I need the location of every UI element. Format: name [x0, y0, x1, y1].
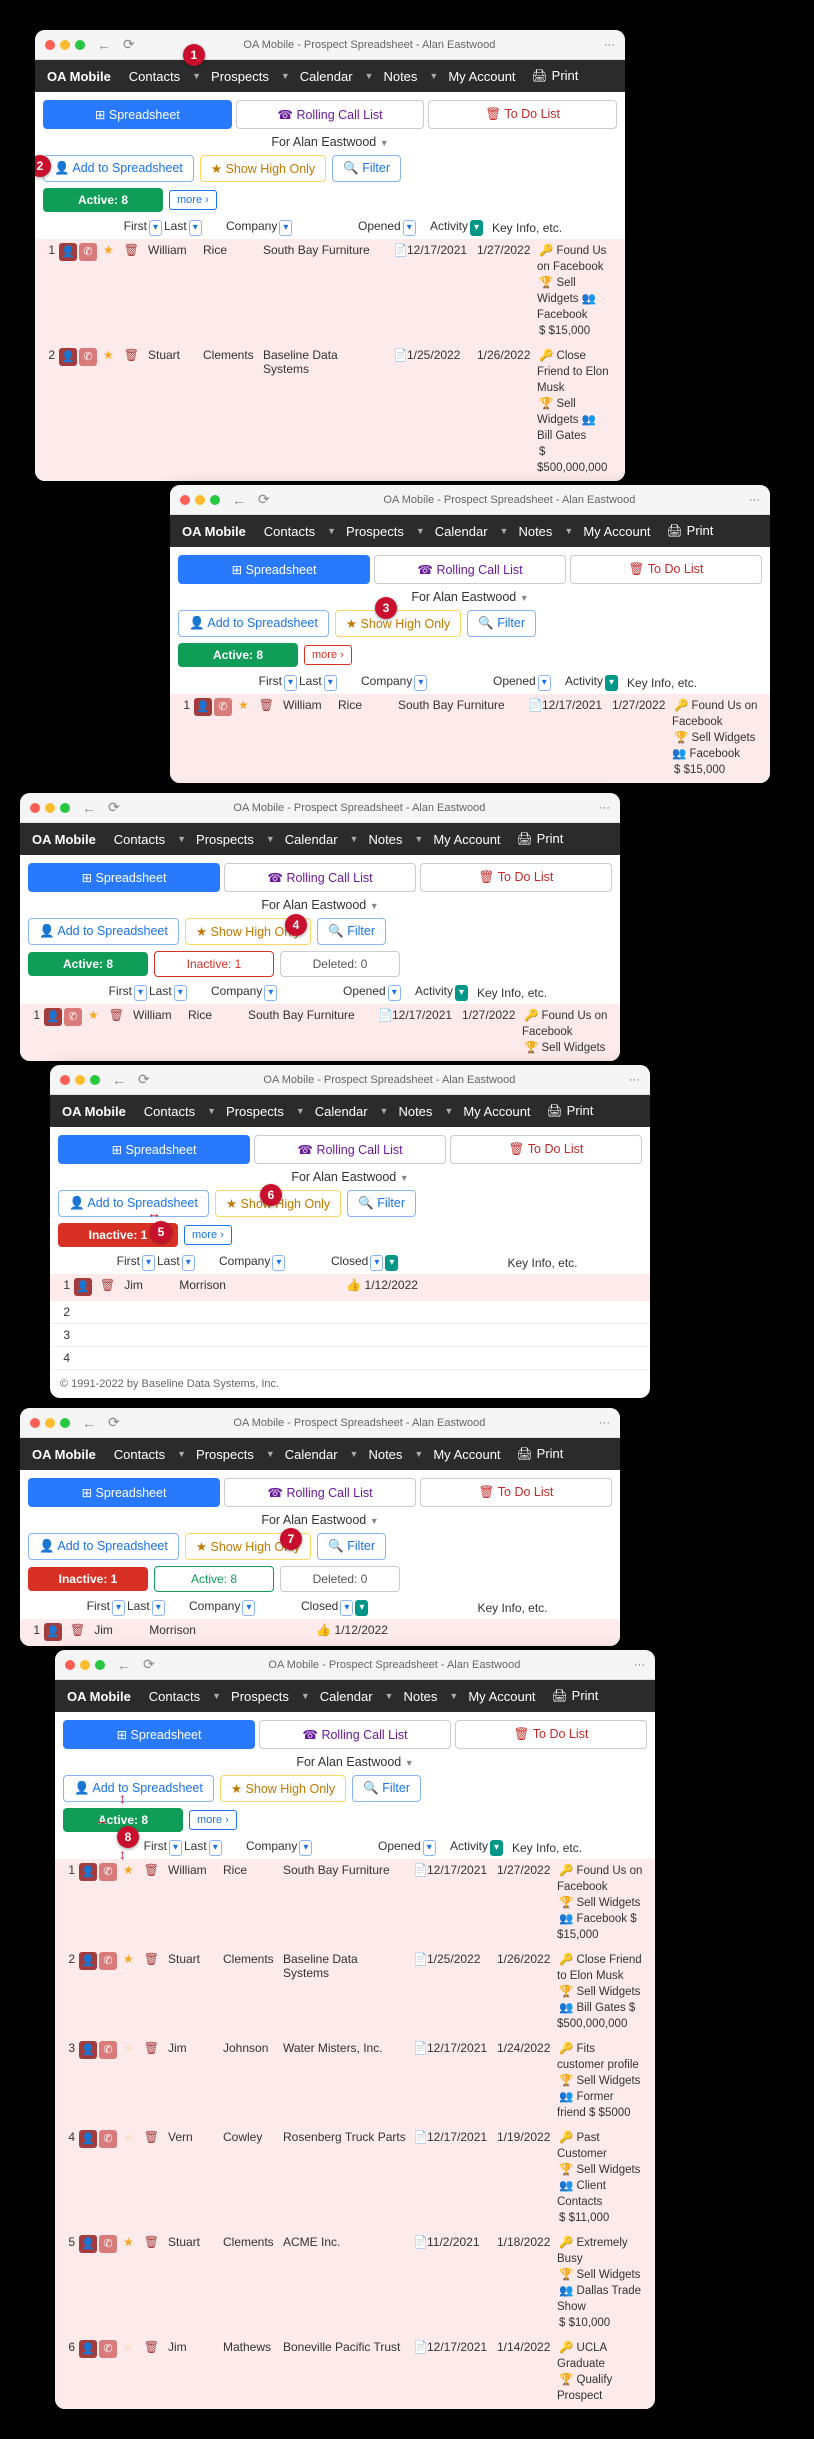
phone-icon[interactable]: ✆ [99, 2340, 117, 2358]
logo: OA Mobile [47, 69, 111, 84]
status-active[interactable]: Active: 8 [178, 643, 298, 667]
frame-3: 4 ←⟳OA Mobile - Prospect Spreadsheet - A… [20, 793, 620, 1061]
tab-todo[interactable]: 🗑 To Do List [428, 100, 617, 129]
more-button[interactable]: more › [169, 190, 217, 210]
trash-icon[interactable]: 🗑 [259, 698, 274, 712]
trash-icon[interactable]: 🗑 [124, 348, 139, 362]
titlebar: ← ⟳ OA Mobile - Prospect Spreadsheet - Ala… [35, 30, 625, 60]
status-deleted[interactable]: Deleted: 0 [280, 951, 400, 977]
add-button[interactable]: 👤 Add to Spreadsheet [43, 155, 194, 182]
menu-contacts[interactable]: Contacts [129, 69, 180, 84]
trash-icon[interactable]: 🗑 [109, 1008, 124, 1022]
phone-icon[interactable]: ✆ [99, 1952, 117, 1970]
menu-prospects[interactable]: Prospects [211, 69, 269, 84]
menu-notes[interactable]: Notes [383, 69, 417, 84]
trash-icon[interactable]: 🗑 [100, 1278, 115, 1292]
status-active[interactable]: Active: 8 [43, 188, 163, 212]
marker-5: 5 [150, 1221, 172, 1243]
table-row[interactable]: 6 👤 ✆ ★ 🗑 Jim Mathews Boneville Pacific … [55, 2336, 655, 2409]
marker-8: 8 [117, 1826, 139, 1848]
marker-3: 3 [375, 597, 397, 619]
marker-4: 4 [285, 914, 307, 936]
status-inactive[interactable]: Inactive: 1 [28, 1567, 148, 1591]
marker-7: 7 [280, 1528, 302, 1550]
status-active[interactable]: Active: 8 [28, 952, 148, 976]
trash-icon[interactable]: 🗑 [144, 1952, 159, 1966]
table-row[interactable]: 1 👤 ✆ ★ 🗑 William Rice South Bay Furnitu… [55, 1859, 655, 1948]
phone-icon[interactable]: ✆ [99, 1863, 117, 1881]
person-icon[interactable]: 👤 [79, 2235, 97, 2253]
phone-icon[interactable]: ✆ [79, 348, 97, 366]
table-row[interactable]: 1 👤 ✆ ★ 🗑 William Rice South Bay Furnitu… [35, 239, 625, 344]
phone-icon[interactable]: ✆ [79, 243, 97, 261]
trash-icon[interactable]: 🗑 [144, 1863, 159, 1877]
person-icon[interactable]: 👤 [59, 348, 77, 366]
marker-1: 1 [183, 44, 205, 66]
frame-2: 3 ←⟳OA Mobile - Prospect Spreadsheet - A… [170, 485, 770, 783]
table-row[interactable]: 1👤🗑JimMorrison👍 1/12/2022 [20, 1619, 620, 1646]
table-row[interactable]: 5 👤 ✆ ★ 🗑 Stuart Clements ACME Inc. 📄 11… [55, 2231, 655, 2336]
table-row[interactable]: 2 👤 ✆ ★ 🗑 Stuart Clements Baseline Data … [55, 1948, 655, 2037]
reload-icon[interactable]: ⟳ [123, 36, 135, 53]
for-user[interactable]: For Alan Eastwood ▼ [35, 129, 625, 155]
marker-6: 6 [260, 1184, 282, 1206]
table-row[interactable]: 4 👤 ✆ ★ 🗑 Vern Cowley Rosenberg Truck Pa… [55, 2126, 655, 2231]
frame-1: 1 2 ←⟳OA Mobile - Prospect Spreadsheet -… [35, 30, 625, 481]
more-button[interactable]: more › [304, 645, 352, 665]
menu-calendar[interactable]: Calendar [300, 69, 353, 84]
show-high-button[interactable]: ★ Show High Only [200, 155, 326, 182]
table-row[interactable]: 2 👤 ✆ ★ 🗑 Stuart Clements Baseline Data … [35, 344, 625, 481]
status-deleted[interactable]: Deleted: 0 [280, 1566, 400, 1592]
trash-icon[interactable]: 🗑 [144, 2041, 159, 2055]
person-icon[interactable]: 👤 [79, 1952, 97, 1970]
more-button[interactable]: more › [184, 1225, 232, 1245]
copyright: © 1991-2022 by Baseline Data Systems, In… [50, 1370, 650, 1398]
trash-icon[interactable]: 🗑 [144, 2340, 159, 2354]
print-button[interactable]: 🖨 Print [532, 68, 579, 84]
tab-spreadsheet[interactable]: ⊞ Spreadsheet [43, 100, 232, 129]
person-icon[interactable]: 👤 [79, 2130, 97, 2148]
trash-icon[interactable]: 🗑 [144, 2235, 159, 2249]
person-icon[interactable]: 👤 [79, 2340, 97, 2358]
person-icon[interactable]: 👤 [74, 1278, 92, 1296]
menu-account[interactable]: My Account [448, 69, 515, 84]
trash-icon[interactable]: 🗑 [144, 2130, 159, 2144]
person-icon[interactable]: 👤 [79, 1863, 97, 1881]
person-icon[interactable]: 👤 [79, 2041, 97, 2059]
more-icon[interactable]: ··· [604, 39, 615, 51]
table-row[interactable]: 1 👤 ✆ ★ 🗑 William Rice South Bay Furnitu… [170, 694, 770, 783]
phone-icon[interactable]: ✆ [64, 1008, 82, 1026]
frame-4: 5 ↔ 6 ←⟳OA Mobile - Prospect Spreadsheet… [50, 1065, 650, 1398]
frame-6: 8 ↕ ↔ ↕ ←⟳OA Mobile - Prospect Spreadshe… [55, 1650, 655, 2409]
status-active[interactable]: Active: 8 [154, 1566, 274, 1592]
person-icon[interactable]: 👤 [59, 243, 77, 261]
table-row[interactable]: 1 👤 ✆ ★ 🗑 William Rice South Bay Furnitu… [20, 1004, 620, 1061]
back-icon[interactable]: ← [97, 37, 111, 53]
table-row[interactable]: 1👤🗑JimMorrison👍 1/12/2022 [50, 1274, 650, 1301]
person-icon[interactable]: 👤 [194, 698, 212, 716]
phone-icon[interactable]: ✆ [99, 2130, 117, 2148]
phone-icon[interactable]: ✆ [99, 2041, 117, 2059]
phone-icon[interactable]: ✆ [99, 2235, 117, 2253]
table-row[interactable]: 3 👤 ✆ ★ 🗑 Jim Johnson Water Misters, Inc… [55, 2037, 655, 2126]
window-title: OA Mobile - Prospect Spreadsheet - Alan … [141, 39, 598, 51]
status-inactive[interactable]: Inactive: 1 [154, 951, 274, 977]
phone-icon[interactable]: ✆ [214, 698, 232, 716]
tab-rolling[interactable]: ☎ Rolling Call List [236, 100, 425, 129]
person-icon[interactable]: 👤 [44, 1008, 62, 1026]
filter-button[interactable]: 🔍 Filter [332, 155, 401, 182]
nav-bar: OA MobileContacts▼Prospects▼Calendar▼Not… [35, 60, 625, 92]
frame-5: 7 ←⟳OA Mobile - Prospect Spreadsheet - A… [20, 1408, 620, 1646]
trash-icon[interactable]: 🗑 [124, 243, 139, 257]
more-button[interactable]: more › [189, 1810, 237, 1830]
